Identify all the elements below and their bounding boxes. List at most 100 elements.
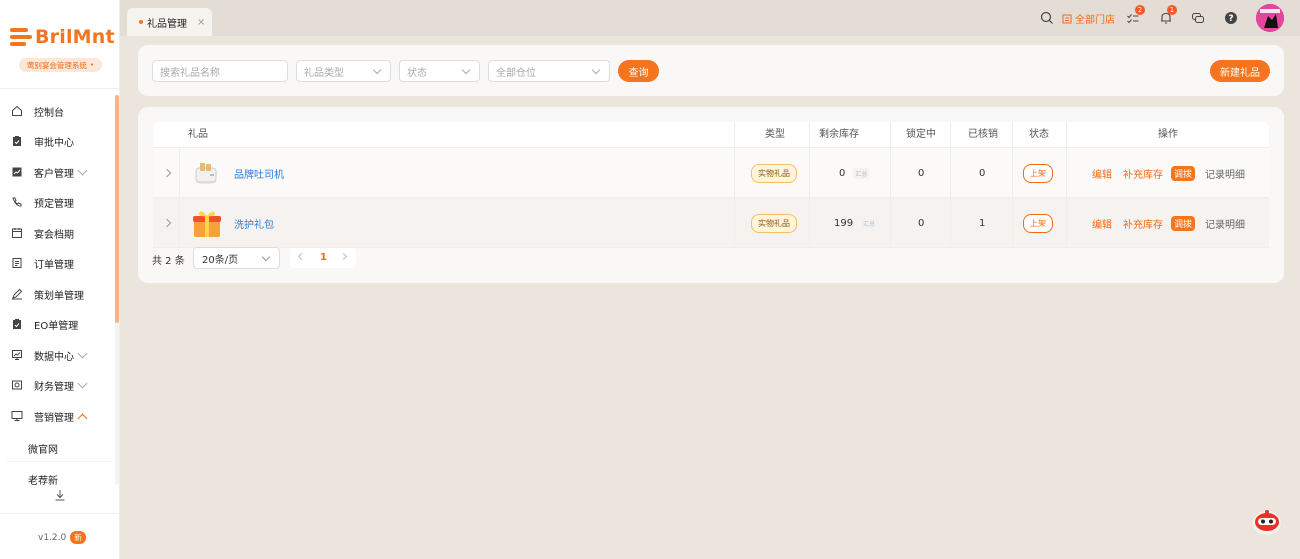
sidebar-item-customers[interactable]: 客户管理 (0, 162, 112, 182)
sidebar-item-finance[interactable]: 财务管理 (0, 375, 112, 395)
sidebar-item-label: 营销管理 (34, 412, 74, 424)
page-size-select[interactable]: 20条/页 (193, 247, 280, 269)
sidebar-item-dashboard[interactable]: 控制台 (0, 101, 112, 121)
assistant-robot-icon[interactable] (1251, 507, 1283, 537)
transfer-button[interactable]: 调拨 (1171, 215, 1196, 231)
version-text: v1.2.0 (38, 532, 67, 543)
next-page-icon[interactable] (339, 252, 348, 261)
col-header-locked: 锁定中 (906, 129, 936, 140)
new-badge: 新 (70, 531, 86, 544)
warehouse-select[interactable]: 全部仓位 (488, 60, 610, 82)
gift-name-link[interactable]: 洗护礼包 (234, 198, 274, 248)
user-avatar[interactable] (1256, 4, 1284, 32)
tab-bar: 礼品管理 × (120, 0, 1300, 36)
sidebar-item-orders[interactable]: 订单管理 (0, 253, 112, 273)
redeemed-value: 1 (979, 217, 986, 229)
checklist-icon (11, 318, 23, 330)
gift-box-image (191, 198, 223, 248)
redeemed-value: 0 (979, 167, 986, 179)
sidebar-item-label: 控制台 (34, 107, 64, 119)
tab-label: 礼品管理 (147, 18, 187, 30)
system-label: 莺别宴会管理系统 (26, 60, 87, 70)
sidebar-item-label: 客户管理 (34, 168, 74, 180)
status-tag: 上架 (1023, 163, 1053, 183)
sidebar-item-label: 审批中心 (34, 137, 74, 149)
type-tag: 实物礼品 (751, 213, 797, 233)
chevron-down-icon (261, 252, 271, 262)
stock-summary-tag[interactable]: 汇总 (861, 217, 878, 229)
sidebar-item-approval[interactable]: 审批中心 (0, 131, 112, 151)
status-select[interactable]: 状态 (399, 60, 480, 82)
chevron-down-icon (77, 165, 88, 176)
calendar-icon (11, 227, 23, 239)
store-selector[interactable]: 全部门店 (1062, 11, 1115, 26)
stock-value: 0 (839, 167, 846, 179)
records-link[interactable]: 记录明细 (1205, 166, 1245, 181)
stock-value: 199 (834, 217, 854, 229)
divider (950, 122, 951, 248)
sidebar-item-eo[interactable]: EO单管理 (0, 314, 112, 334)
edit-link[interactable]: 编辑 (1092, 216, 1112, 231)
clipboard-icon (11, 135, 23, 147)
gift-name-link[interactable]: 品牌吐司机 (234, 148, 284, 198)
help-icon[interactable]: ? (1224, 11, 1238, 25)
phone-icon (11, 196, 23, 208)
divider (890, 122, 891, 248)
status-tag: 上架 (1023, 213, 1053, 233)
locked-value: 0 (918, 167, 925, 179)
active-dot-icon (139, 20, 143, 24)
store-label: 全部门店 (1075, 15, 1115, 26)
sidebar-item-data-center[interactable]: 数据中心 (0, 345, 112, 365)
toaster-image (193, 148, 219, 198)
divider (0, 88, 119, 89)
download-icon[interactable] (53, 488, 67, 502)
col-header-status: 状态 (1029, 129, 1049, 140)
expand-row-icon[interactable] (162, 148, 172, 198)
sidebar-subitem-microsite[interactable]: 微官网 (28, 441, 58, 456)
col-header-type: 类型 (765, 129, 785, 140)
divider (809, 122, 810, 248)
divider (6, 461, 112, 462)
restock-link[interactable]: 补充库存 (1123, 216, 1163, 231)
records-link[interactable]: 记录明细 (1205, 216, 1245, 231)
document-icon (11, 257, 23, 269)
brand-name: BrilMnt (35, 26, 115, 48)
edit-link[interactable]: 编辑 (1092, 166, 1112, 181)
sidebar-item-label: 财务管理 (34, 381, 74, 393)
sidebar-item-label: 预定管理 (34, 198, 74, 210)
sidebar-item-planning[interactable]: 策划单管理 (0, 284, 112, 304)
analytics-icon (11, 349, 23, 361)
sidebar-item-schedule[interactable]: 宴会档期 (0, 223, 112, 243)
table-row[interactable]: 洗护礼包 实物礼品 199 汇总 0 1 上架 编辑 补充库存 调拨 记录明细 (153, 198, 1269, 248)
stock-summary-tag[interactable]: 汇总 (853, 167, 870, 179)
col-header-redeemed: 已核销 (968, 129, 998, 140)
expand-row-icon[interactable] (162, 198, 172, 248)
new-gift-button[interactable]: 新建礼品 (1210, 60, 1270, 82)
gift-type-select[interactable]: 礼品类型 (296, 60, 391, 82)
todo-badge: 2 (1135, 5, 1145, 15)
page-number-current[interactable]: 1 (320, 252, 327, 263)
close-icon[interactable]: × (197, 17, 205, 28)
divider (0, 513, 119, 514)
pen-icon (11, 288, 23, 300)
sidebar-item-label: 订单管理 (34, 259, 74, 271)
system-switcher[interactable]: 莺别宴会管理系统 • (19, 58, 102, 72)
divider (1066, 122, 1067, 248)
restock-link[interactable]: 补充库存 (1123, 166, 1163, 181)
prev-page-icon[interactable] (297, 252, 306, 261)
gift-search-input[interactable]: 搜索礼品名称 (152, 60, 288, 82)
sidebar-item-marketing[interactable]: 营销管理 (0, 406, 112, 426)
search-icon[interactable] (1040, 11, 1054, 25)
monitor-icon (11, 410, 23, 422)
sidebar-item-reservations[interactable]: 预定管理 (0, 192, 112, 212)
brand-logo: BrilMnt (10, 26, 115, 48)
chart-icon (11, 166, 23, 178)
transfer-button[interactable]: 调拨 (1171, 165, 1196, 181)
query-button[interactable]: 查询 (618, 60, 659, 82)
chat-icon[interactable] (1191, 11, 1205, 25)
sidebar-subitem-referral[interactable]: 老荐新 (28, 472, 58, 487)
table-row[interactable]: 品牌吐司机 实物礼品 0 汇总 0 0 上架 编辑 补充库存 调拨 记录明细 (153, 148, 1269, 198)
pagination-total: 共 2 条 (152, 256, 185, 267)
tab-gift-management[interactable]: 礼品管理 × (127, 8, 212, 36)
sidebar-scroll-thumb[interactable] (115, 95, 119, 323)
